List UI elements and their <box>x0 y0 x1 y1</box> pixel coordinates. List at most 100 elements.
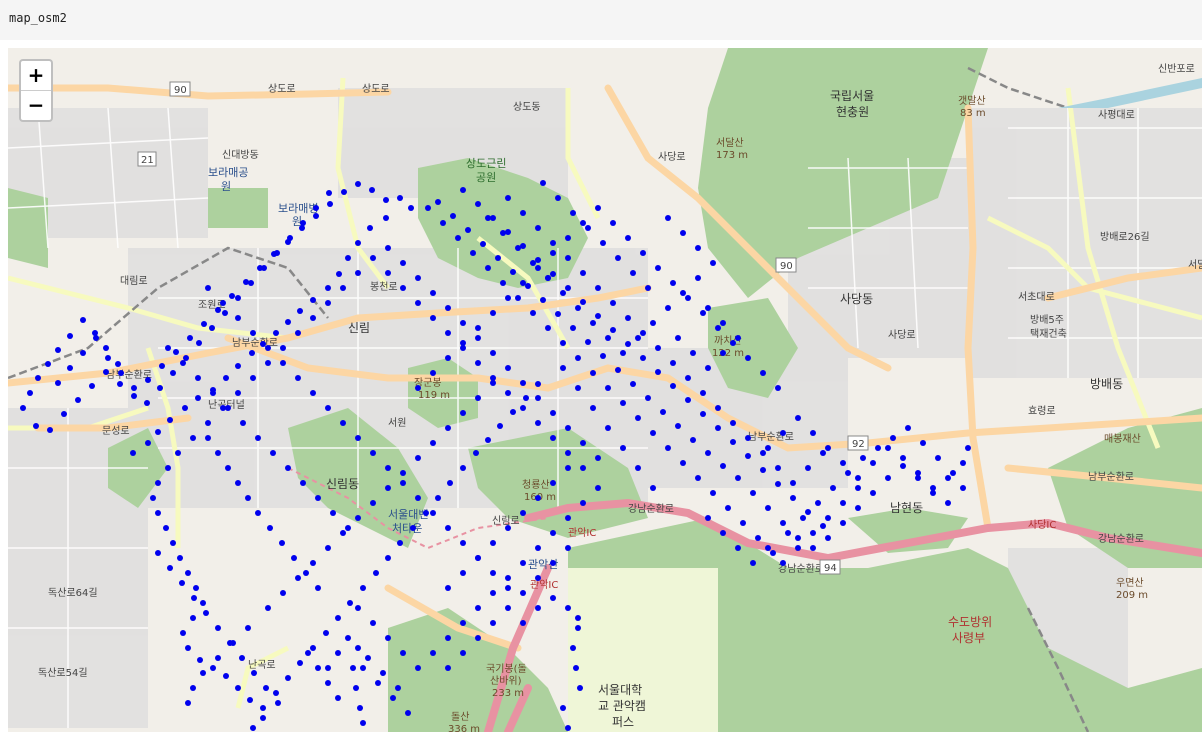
map-marker[interactable] <box>890 435 896 441</box>
map-marker[interactable] <box>595 285 601 291</box>
map-marker[interactable] <box>550 560 556 566</box>
map-marker[interactable] <box>655 345 661 351</box>
map-marker[interactable] <box>190 615 196 621</box>
map-marker[interactable] <box>315 585 321 591</box>
map-marker[interactable] <box>560 365 566 371</box>
map-marker[interactable] <box>950 470 956 476</box>
map-marker[interactable] <box>223 375 229 381</box>
map-marker[interactable] <box>635 335 641 341</box>
map-marker[interactable] <box>33 423 39 429</box>
map-marker[interactable] <box>400 285 406 291</box>
map-marker[interactable] <box>515 295 521 301</box>
map-marker[interactable] <box>725 505 731 511</box>
map-marker[interactable] <box>840 460 846 466</box>
map-marker[interactable] <box>425 205 431 211</box>
map-marker[interactable] <box>810 545 816 551</box>
map-marker[interactable] <box>150 495 156 501</box>
map-marker[interactable] <box>635 465 641 471</box>
map-marker[interactable] <box>577 685 583 691</box>
map-marker[interactable] <box>408 205 414 211</box>
map-marker[interactable] <box>730 340 736 346</box>
map-marker[interactable] <box>585 339 591 345</box>
map-marker[interactable] <box>665 305 671 311</box>
map-marker[interactable] <box>845 470 851 476</box>
map-marker[interactable] <box>400 260 406 266</box>
map-marker[interactable] <box>635 415 641 421</box>
map-marker[interactable] <box>490 380 496 386</box>
map-marker[interactable] <box>960 460 966 466</box>
map-marker[interactable] <box>565 425 571 431</box>
map-marker[interactable] <box>645 285 651 291</box>
map-marker[interactable] <box>715 325 721 331</box>
map-marker[interactable] <box>750 560 756 566</box>
map-marker[interactable] <box>165 465 171 471</box>
map-marker[interactable] <box>510 269 516 275</box>
map-marker[interactable] <box>590 320 596 326</box>
map-marker[interactable] <box>187 335 193 341</box>
map-marker[interactable] <box>245 625 251 631</box>
map-marker[interactable] <box>625 315 631 321</box>
map-marker[interactable] <box>520 560 526 566</box>
map-marker[interactable] <box>550 530 556 536</box>
map-marker[interactable] <box>255 510 261 516</box>
map-marker[interactable] <box>310 390 316 396</box>
map-marker[interactable] <box>447 480 453 486</box>
map-marker[interactable] <box>545 275 551 281</box>
map-marker[interactable] <box>525 283 531 289</box>
map-marker[interactable] <box>825 535 831 541</box>
map-marker[interactable] <box>170 540 176 546</box>
map-marker[interactable] <box>397 195 403 201</box>
map-marker[interactable] <box>385 555 391 561</box>
map-marker[interactable] <box>445 425 451 431</box>
map-marker[interactable] <box>810 430 816 436</box>
map-marker[interactable] <box>365 655 371 661</box>
map-marker[interactable] <box>450 213 456 219</box>
map-marker[interactable] <box>660 409 666 415</box>
map-marker[interactable] <box>855 505 861 511</box>
map-marker[interactable] <box>840 500 846 506</box>
map-marker[interactable] <box>340 420 346 426</box>
map-marker[interactable] <box>340 530 346 536</box>
map-marker[interactable] <box>765 445 771 451</box>
map-marker[interactable] <box>280 590 286 596</box>
map-marker[interactable] <box>131 393 137 399</box>
map-marker[interactable] <box>229 293 235 299</box>
map-marker[interactable] <box>610 300 616 306</box>
map-marker[interactable] <box>945 475 951 481</box>
zoom-in-button[interactable]: + <box>21 61 51 91</box>
map-marker[interactable] <box>805 509 811 515</box>
map-marker[interactable] <box>490 540 496 546</box>
map-marker[interactable] <box>173 349 179 355</box>
map-marker[interactable] <box>620 350 626 356</box>
map-marker[interactable] <box>795 415 801 421</box>
map-marker[interactable] <box>510 409 516 415</box>
map-marker[interactable] <box>235 363 241 369</box>
map-marker[interactable] <box>385 635 391 641</box>
map-marker[interactable] <box>445 665 451 671</box>
map-marker[interactable] <box>505 390 511 396</box>
map-marker[interactable] <box>445 525 451 531</box>
map-marker[interactable] <box>785 530 791 536</box>
map-marker[interactable] <box>475 605 481 611</box>
map-marker[interactable] <box>167 417 173 423</box>
map-marker[interactable] <box>825 515 831 521</box>
map-marker[interactable] <box>490 350 496 356</box>
map-marker[interactable] <box>580 440 586 446</box>
map-marker[interactable] <box>655 369 661 375</box>
map-marker[interactable] <box>103 345 109 351</box>
map-marker[interactable] <box>369 187 375 193</box>
map-marker[interactable] <box>810 530 816 536</box>
map-marker[interactable] <box>820 450 826 456</box>
map-marker[interactable] <box>780 560 786 566</box>
map-marker[interactable] <box>760 450 766 456</box>
map-marker[interactable] <box>185 700 191 706</box>
map-marker[interactable] <box>280 360 286 366</box>
map-marker[interactable] <box>345 525 351 531</box>
map-marker[interactable] <box>610 220 616 226</box>
map-marker[interactable] <box>530 260 536 266</box>
map-marker[interactable] <box>715 425 721 431</box>
map-marker[interactable] <box>191 595 197 601</box>
map-marker[interactable] <box>167 565 173 571</box>
map-marker[interactable] <box>270 450 276 456</box>
map-marker[interactable] <box>435 495 441 501</box>
